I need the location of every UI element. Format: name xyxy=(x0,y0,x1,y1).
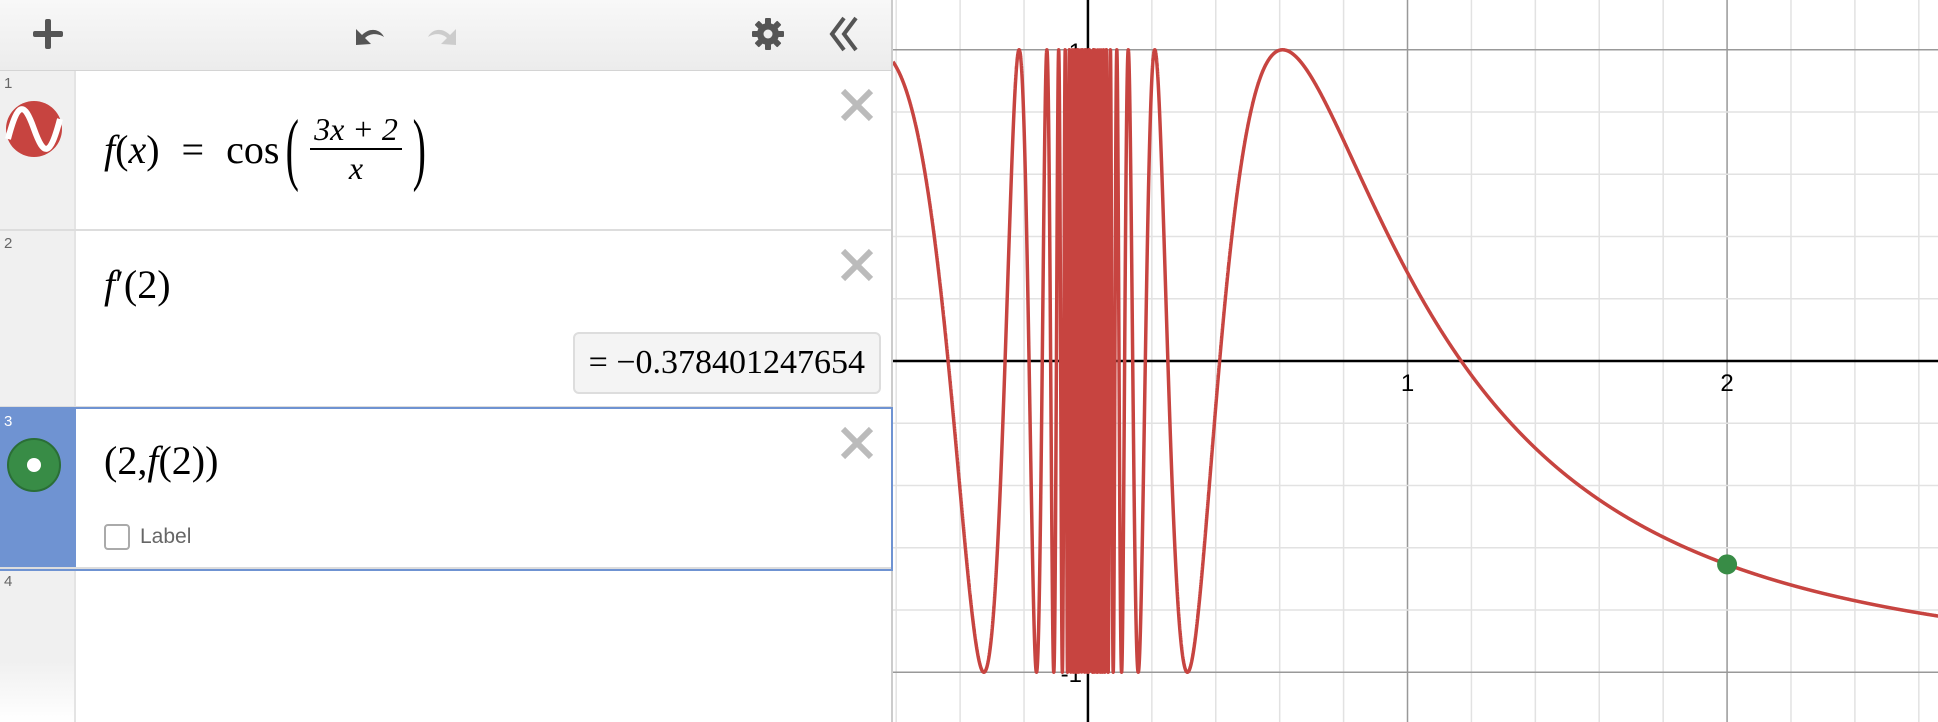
expression-row-3[interactable]: 3 (2,f(2)) Label xyxy=(0,407,893,571)
paren: ( xyxy=(286,104,300,193)
sine-wave-icon[interactable] xyxy=(4,99,64,159)
collapse-panel-button[interactable] xyxy=(820,10,868,58)
undo-button[interactable] xyxy=(344,10,392,58)
prime: ′ xyxy=(115,262,124,307)
graph-canvas[interactable]: 0 1 21-1 xyxy=(893,0,1938,722)
row-number: 1 xyxy=(4,75,13,92)
expression-formula[interactable]: (2,f(2)) xyxy=(104,437,218,484)
settings-button[interactable] xyxy=(744,10,792,58)
row-number: 4 xyxy=(4,573,13,590)
plus-icon xyxy=(33,19,63,49)
point-open: (2, xyxy=(104,438,148,483)
expression-row-4[interactable]: 4 xyxy=(0,569,891,722)
equals-sign: = xyxy=(181,126,205,172)
x-tick-label: 2 xyxy=(1720,370,1733,397)
cos-function: cos xyxy=(226,126,280,172)
row-gutter: 4 xyxy=(0,569,76,722)
row-gutter: 1 xyxy=(0,71,76,229)
point-icon[interactable] xyxy=(6,437,62,493)
paren: ) xyxy=(146,126,160,172)
denominator: x xyxy=(348,150,364,186)
function-name: f xyxy=(147,438,159,483)
expression-panel: 1 f(x) = cos ( 3x + 2 x ) 2 f′(2) = −0.3… xyxy=(0,0,893,722)
paren: ) xyxy=(412,104,426,193)
numerator: 3x + 2 xyxy=(310,111,402,150)
x-tick-label: 1 xyxy=(1401,370,1414,397)
double-chevron-left-icon xyxy=(829,16,858,52)
redo-icon xyxy=(428,29,456,45)
close-icon[interactable] xyxy=(837,245,877,285)
expression-formula[interactable]: f(x) = cos ( 3x + 2 x ) xyxy=(104,105,433,193)
add-expression-button[interactable] xyxy=(24,10,72,58)
expression-formula[interactable]: f′(2) xyxy=(104,261,171,308)
close-icon[interactable] xyxy=(837,423,877,463)
paren: ) xyxy=(157,262,171,307)
close-icon[interactable] xyxy=(837,85,877,125)
argument: 2 xyxy=(137,262,158,307)
function-name: f xyxy=(104,126,116,172)
fraction: 3x + 2 x xyxy=(310,111,402,187)
variable: x xyxy=(128,126,147,172)
evaluation-result: = −0.378401247654 xyxy=(572,332,881,394)
graph-point xyxy=(1717,554,1738,575)
undo-icon xyxy=(356,29,384,45)
toolbar xyxy=(0,0,891,72)
point-close: (2)) xyxy=(158,438,219,483)
paren: ( xyxy=(123,262,138,307)
redo-button[interactable] xyxy=(420,10,468,58)
row-gutter: 2 xyxy=(0,231,76,406)
label-toggle[interactable]: Label xyxy=(104,524,191,550)
row-number: 2 xyxy=(4,235,13,252)
expression-row-2[interactable]: 2 f′(2) = −0.378401247654 xyxy=(0,231,891,408)
expression-row-1[interactable]: 1 f(x) = cos ( 3x + 2 x ) xyxy=(0,71,891,231)
paren: ( xyxy=(115,126,129,172)
function-name: f xyxy=(104,262,116,307)
row-number: 3 xyxy=(4,413,13,430)
label-checkbox-text: Label xyxy=(140,525,192,548)
label-checkbox[interactable] xyxy=(104,524,130,550)
gear-icon xyxy=(752,18,784,50)
row-gutter: 3 xyxy=(0,409,76,567)
